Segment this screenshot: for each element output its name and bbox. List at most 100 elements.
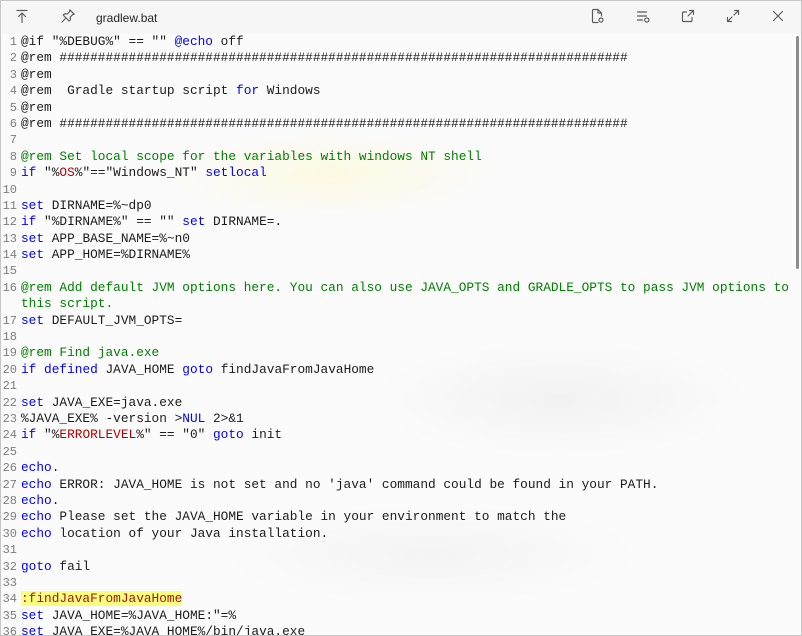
fullscreen-button[interactable]	[713, 2, 753, 34]
code-token-label: :findJavaFromJavaHome	[21, 591, 183, 607]
code-token-text: DIRNAME=%~dp0	[44, 197, 152, 213]
code-line: 2 @rem ##################################…	[1, 50, 801, 66]
line-number: 9	[9, 166, 17, 181]
line-text: echo ERROR: JAVA_HOME is not set and no …	[21, 477, 658, 493]
code-token-keyword: echo	[21, 460, 52, 476]
close-icon	[770, 8, 786, 29]
line-number: 31	[2, 543, 17, 558]
code-token-text: @rem	[21, 66, 52, 82]
vertical-scrollbar[interactable]	[795, 36, 800, 633]
code-token-text: @if "%DEBUG%" == ""	[21, 34, 175, 49]
code-token-text: .	[51, 460, 60, 476]
preview-window: gradlew.bat 1 @if "%DEBUG%" == "" @echo …	[0, 0, 802, 636]
line-number: 2	[9, 51, 17, 66]
code-token-comment: @rem Find java.exe	[21, 345, 160, 361]
code-line: 19 @rem Find java.exe	[1, 345, 801, 361]
code-line: 13 set APP_BASE_NAME=%~n0	[1, 231, 801, 247]
code-token-keyword: goto	[182, 361, 214, 377]
line-number: 15	[2, 264, 17, 279]
code-token-text: @rem Gradle startup script	[21, 83, 237, 99]
line-text: set DIRNAME=%~dp0	[21, 198, 152, 214]
code-line: 21	[1, 378, 801, 394]
code-token-text: Windows	[259, 83, 321, 99]
line-text: if "%ERRORLEVEL%" == "0" goto init	[21, 427, 282, 443]
line-text: echo Please set the JAVA_HOME variable i…	[21, 509, 566, 525]
code-token-text: %"=="Windows_NT"	[74, 165, 206, 181]
line-text: set APP_BASE_NAME=%~n0	[21, 231, 190, 247]
scrollbar-thumb[interactable]	[796, 36, 799, 269]
line-text: goto fail	[21, 559, 90, 575]
code-token-keyword: set	[21, 624, 45, 635]
open-with-button[interactable]	[577, 2, 617, 34]
share-button[interactable]	[668, 2, 708, 34]
line-text: echo location of your Java installation.	[21, 526, 328, 542]
code-token-text: @rem ###################################…	[21, 115, 628, 131]
code-line-wrap: this script.	[1, 296, 801, 312]
line-number: 25	[2, 444, 17, 459]
code-line: 16 @rem Add default JVM options here. You…	[1, 280, 801, 296]
line-number: 26	[2, 461, 17, 476]
line-number: 36	[2, 625, 17, 635]
code-token-text: APP_HOME=%DIRNAME%	[44, 247, 190, 263]
options-button[interactable]	[623, 2, 663, 34]
line-text: @rem Gradle startup script for Windows	[21, 83, 321, 99]
line-number: 34	[2, 592, 17, 607]
line-number: 33	[2, 575, 17, 590]
code-token-text: JAVA_EXE=java.exe	[44, 394, 183, 410]
line-number: 29	[2, 510, 17, 525]
code-token-keyword: echo	[21, 509, 52, 525]
code-token-keyword: goto	[213, 427, 244, 443]
code-token-keyword: echo	[21, 525, 52, 541]
code-line: 4 @rem Gradle startup script for Windows	[1, 83, 801, 99]
title-bar[interactable]: gradlew.bat	[1, 1, 801, 34]
code-token-comment: @rem Set local scope for the variables w…	[21, 148, 482, 164]
line-number: 11	[2, 198, 17, 213]
code-token-keyword: NUL	[182, 410, 206, 426]
line-number: 8	[9, 149, 17, 164]
code-token-keyword: set	[21, 197, 45, 213]
code-line: 6 @rem ##################################…	[1, 116, 801, 132]
code-line: 8 @rem Set local scope for the variables …	[1, 149, 801, 165]
code-line: 26 echo.	[1, 460, 801, 476]
share-icon	[680, 8, 696, 29]
line-number: 14	[2, 248, 17, 263]
code-token-text: JAVA_EXE=%JAVA_HOME%/bin/java.exe	[44, 624, 306, 635]
code-token-keyword: set	[21, 312, 45, 328]
line-number: 22	[2, 395, 17, 410]
code-line: 14 set APP_HOME=%DIRNAME%	[1, 247, 801, 263]
code-token-text: @rem	[21, 99, 52, 115]
stay-on-top-button[interactable]	[2, 2, 42, 34]
code-token-text: APP_BASE_NAME=%~n0	[44, 230, 190, 246]
line-text: @rem Add default JVM options here. You c…	[21, 280, 789, 296]
code-line: 30 echo location of your Java installatio…	[1, 526, 801, 542]
expand-icon	[725, 8, 741, 29]
close-button[interactable]	[758, 2, 798, 34]
line-number: 27	[2, 477, 17, 492]
code-token-text: "%	[36, 165, 60, 181]
line-text: set JAVA_EXE=%JAVA_HOME%/bin/java.exe	[21, 624, 305, 635]
code-line: 27 echo ERROR: JAVA_HOME is not set and n…	[1, 477, 801, 493]
code-line: 22 set JAVA_EXE=java.exe	[1, 395, 801, 411]
code-token-text: JAVA_HOME=%JAVA_HOME:"=%	[44, 607, 237, 623]
line-text: echo.	[21, 493, 59, 509]
pin-button[interactable]	[48, 2, 88, 34]
line-text: %JAVA_EXE% -version >NUL 2>&1	[21, 411, 244, 427]
code-token-text: findJavaFromJavaHome	[213, 361, 375, 377]
line-text: @rem	[21, 67, 52, 83]
code-line: 9 if "%OS%"=="Windows_NT" setlocal	[1, 165, 801, 181]
code-token-text: %" == "0"	[136, 427, 213, 443]
code-token-text: init	[243, 427, 283, 443]
code-token-comment: this script.	[21, 296, 114, 312]
code-lines: 1 @if "%DEBUG%" == "" @echo off 2 @rem ####…	[1, 34, 801, 635]
code-token-keyword: defined	[44, 361, 98, 377]
code-line: 35 set JAVA_HOME=%JAVA_HOME:"=%	[1, 608, 801, 624]
code-token-keyword: set	[21, 394, 45, 410]
line-number: 3	[9, 67, 17, 82]
code-editor[interactable]: 1 @if "%DEBUG%" == "" @echo off 2 @rem ####…	[1, 34, 801, 635]
line-number: 17	[2, 313, 17, 328]
code-token-keyword: if	[21, 427, 37, 443]
code-line: 36 set JAVA_EXE=%JAVA_HOME%/bin/java.exe	[1, 624, 801, 635]
line-text: :findJavaFromJavaHome	[21, 591, 183, 607]
line-text: echo.	[21, 460, 59, 476]
line-number: 18	[2, 330, 17, 345]
